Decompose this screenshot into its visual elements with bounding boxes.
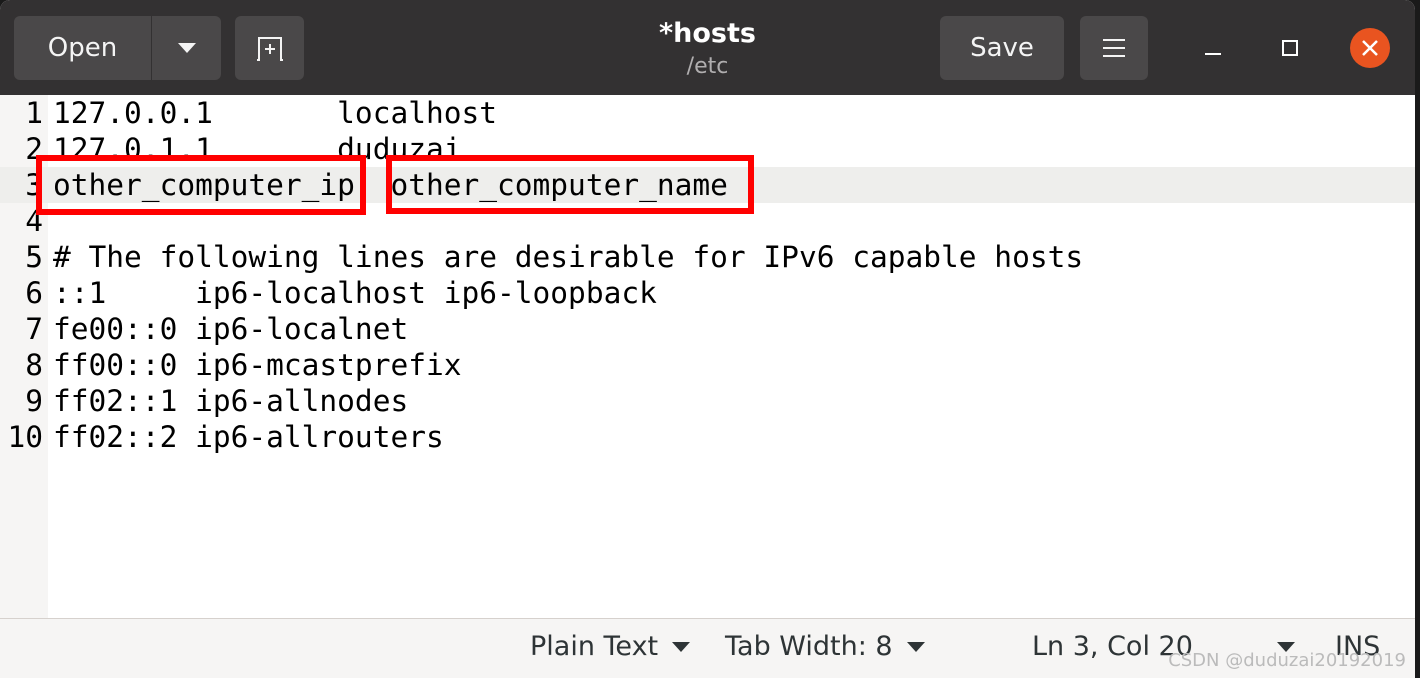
editor-line[interactable]: 8 ff00::0 ip6-mcastprefix (0, 347, 1415, 383)
line-number: 7 (25, 312, 43, 346)
chevron-down-icon (672, 641, 691, 652)
header-bar: Open *hosts /etc Save (0, 0, 1415, 95)
minimize-icon (1205, 53, 1221, 55)
editor-line[interactable]: 9 ff02::1 ip6-allnodes (0, 383, 1415, 419)
close-button[interactable] (1350, 28, 1390, 68)
line-number: 9 (25, 384, 43, 418)
line-text: # The following lines are desirable for … (53, 240, 1084, 274)
maximize-icon (1282, 40, 1298, 56)
maximize-button[interactable] (1272, 30, 1308, 66)
language-label: Plain Text (530, 631, 659, 662)
editor-line[interactable]: 10 ff02::2 ip6-allrouters (0, 419, 1415, 455)
menu-button[interactable] (1080, 16, 1148, 80)
hamburger-menu-icon (1103, 39, 1125, 57)
editor-line[interactable]: 5 # The following lines are desirable for… (0, 239, 1415, 275)
line-text: 127.0.0.1 localhost (53, 96, 498, 130)
line-text: ::1 ip6-localhost ip6-loopback (53, 276, 657, 310)
tab-width-label: Tab Width: 8 (725, 631, 893, 662)
annotation-box-name (386, 155, 754, 214)
line-number: 5 (25, 240, 43, 274)
minimize-button[interactable] (1195, 30, 1231, 66)
close-icon (1362, 40, 1378, 56)
gedit-window: Open *hosts /etc Save 1 127.0.0.1 localho… (0, 0, 1415, 678)
line-text: ff00::0 ip6-mcastprefix (53, 348, 462, 382)
line-text: ff02::2 ip6-allrouters (53, 420, 444, 454)
line-number: 6 (25, 276, 43, 310)
editor-line[interactable]: 6::1 ip6-localhost ip6-loopback (0, 275, 1415, 311)
save-button[interactable]: Save (940, 16, 1064, 80)
editor-line[interactable]: 7 fe00::0 ip6-localnet (0, 311, 1415, 347)
line-number: 10 (7, 420, 43, 454)
tab-width-selector[interactable]: Tab Width: 8 (725, 631, 925, 662)
save-label: Save (970, 33, 1034, 63)
line-number: 8 (25, 348, 43, 382)
annotation-box-ip (36, 155, 366, 215)
line-text: fe00::0 ip6-localnet (53, 312, 409, 346)
editor-line[interactable]: 1 127.0.0.1 localhost (0, 95, 1415, 131)
line-text: ff02::1 ip6-allnodes (53, 384, 409, 418)
language-selector[interactable]: Plain Text (530, 631, 691, 662)
chevron-down-icon (906, 641, 925, 652)
line-number: 1 (25, 96, 43, 130)
watermark: CSDN @duduzai20192019 (1168, 650, 1406, 671)
